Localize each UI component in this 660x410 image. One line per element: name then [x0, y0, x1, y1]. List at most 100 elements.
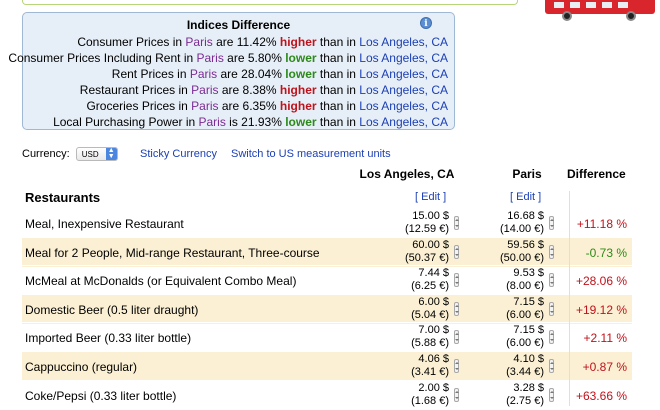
item-name: Meal for 2 People, Mid-range Restaurant,…	[25, 245, 320, 260]
header-difference: Difference	[567, 167, 626, 181]
price-city2-eur: (3.44 €)	[506, 366, 544, 378]
index-direction: lower	[285, 67, 317, 81]
difference-value: +2.11 %	[583, 331, 627, 346]
item-name: McMeal at McDonalds (or Equivalent Combo…	[25, 274, 297, 289]
city-link-paris[interactable]: Paris	[191, 83, 218, 97]
price-city1: 15.00 $ (12.59 €)	[393, 210, 449, 236]
switch-units-link[interactable]: Switch to US measurement units	[231, 146, 391, 162]
table-row: Domestic Beer (0.5 liter draught) 6.00 $(…	[22, 293, 632, 324]
price-stepper-icon[interactable]	[549, 301, 554, 316]
price-city1-usd: 7.00 $	[418, 324, 449, 337]
city-link-los-angeles[interactable]: Los Angeles, CA	[359, 67, 448, 81]
table-row: McMeal at McDonalds (or Equivalent Combo…	[22, 265, 632, 295]
price-city1-eur: (50.37 €)	[404, 251, 449, 264]
table-row: Imported Beer (0.33 liter bottle) 7.00 $ (…	[22, 322, 632, 352]
price-city1-eur: (5.04 €)	[411, 308, 449, 321]
price-city2: 9.53 $ (8.00 €)	[488, 267, 544, 293]
city-link-paris[interactable]: Paris	[199, 115, 226, 129]
price-city2: 7.15 $ (6.00 €)	[488, 296, 544, 322]
price-stepper-icon[interactable]	[549, 330, 554, 345]
item-name: Imported Beer (0.33 liter bottle)	[25, 331, 192, 346]
table-row: Cappuccino (regular) 4.06 $ (3.41 €) 4.10 $…	[22, 351, 632, 381]
price-city2-usd: 3.28 $	[513, 381, 544, 394]
table-row: Coke/Pepsi (0.33 liter bottle) 2.00 $ (1.6…	[22, 379, 632, 410]
difference-value: +63.66 %	[575, 388, 627, 403]
city-link-los-angeles[interactable]: Los Angeles, CA	[359, 115, 448, 129]
item-name: Domestic Beer (0.5 liter draught)	[25, 302, 199, 317]
price-stepper-icon[interactable]	[454, 216, 459, 230]
city-link-paris[interactable]: Paris	[197, 51, 224, 65]
currency-select[interactable]: USD ▲ ▼	[75, 147, 118, 162]
price-stepper-icon[interactable]	[454, 387, 459, 402]
difference-value: +28.06 %	[575, 274, 627, 289]
price-city1-eur: (1.68 €)	[411, 394, 449, 407]
index-text: than in	[316, 67, 360, 81]
bus-image	[540, 0, 660, 24]
price-city2-eur: (50.00 €)	[499, 251, 544, 264]
sticky-currency-link[interactable]: Sticky Currency	[140, 146, 217, 162]
index-direction: higher	[279, 99, 317, 113]
price-stepper-icon[interactable]	[454, 244, 459, 259]
difference-value: +0.87 %	[582, 360, 627, 374]
price-city1: 60.00 $ (50.37 €)	[393, 239, 449, 265]
currency-bar: Currency: USD ▲ ▼ Sticky Currency Switch …	[22, 146, 391, 162]
currency-label: Currency:	[22, 148, 70, 160]
index-value: are 8.38%	[218, 83, 280, 97]
price-city2-eur: (6.00 €)	[506, 337, 544, 350]
price-city1: 2.00 $ (1.68 €)	[393, 382, 449, 408]
index-text: Groceries Prices in	[86, 99, 192, 113]
index-text: Rent Prices in	[111, 67, 190, 81]
difference-value: +19.12 %	[575, 302, 627, 317]
price-city1-usd: 7.44 $	[418, 267, 449, 280]
price-stepper-icon[interactable]	[549, 216, 554, 230]
index-text: than in	[316, 83, 360, 97]
indices-title: Indices Difference	[186, 18, 291, 32]
index-value: are 6.35%	[218, 99, 280, 113]
indices-rows: Consumer Prices in Paris are 11.42% high…	[8, 34, 448, 130]
price-stepper-icon[interactable]	[549, 387, 554, 402]
index-row: Restaurant Prices in Paris are 8.38% hig…	[8, 82, 448, 98]
index-direction: higher	[279, 35, 317, 49]
edit-city2-link[interactable]: [ Edit ]	[510, 191, 541, 203]
price-stepper-icon[interactable]	[549, 244, 554, 259]
price-stepper-icon[interactable]	[454, 359, 459, 373]
city-link-paris[interactable]: Paris	[191, 99, 218, 113]
index-direction: lower	[285, 51, 317, 65]
price-stepper-icon[interactable]	[549, 359, 554, 373]
price-city1-eur: (6.25 €)	[411, 280, 449, 293]
index-text: Local Purchasing Power in	[53, 115, 199, 129]
section-title: Restaurants	[25, 190, 101, 205]
price-city2: 16.68 $ (14.00 €)	[488, 210, 544, 236]
index-text: than in	[316, 99, 360, 113]
index-row: Rent Prices in Paris are 28.04% lower th…	[8, 66, 448, 82]
index-value: is 21.93%	[225, 115, 286, 129]
price-stepper-icon[interactable]	[454, 273, 459, 288]
city-link-paris[interactable]: Paris	[190, 67, 217, 81]
index-row: Local Purchasing Power in Paris is 21.93…	[8, 114, 448, 130]
item-name: Meal, Inexpensive Restaurant	[25, 217, 184, 231]
price-stepper-icon[interactable]	[454, 330, 459, 345]
chevron-updown-icon: ▲ ▼	[105, 147, 117, 161]
price-city1-usd: 15.00 $	[412, 210, 449, 222]
price-city2-usd: 16.68 $	[507, 210, 544, 222]
index-text: Restaurant Prices in	[79, 83, 192, 97]
edit-city1-link[interactable]: [ Edit ]	[415, 191, 446, 203]
difference-value: +11.18 %	[576, 217, 627, 231]
index-text: than in	[316, 51, 360, 65]
city-link-los-angeles[interactable]: Los Angeles, CA	[359, 35, 448, 49]
price-city2: 3.28 $ (2.75 €)	[488, 382, 544, 408]
price-stepper-icon[interactable]	[454, 301, 459, 316]
index-row: Consumer Prices in Paris are 11.42% high…	[8, 34, 448, 50]
table-row: Meal, Inexpensive Restaurant 15.00 $ (12.5…	[22, 208, 632, 238]
city-link-los-angeles[interactable]: Los Angeles, CA	[359, 99, 448, 113]
price-city2-usd: 9.53 $	[513, 267, 544, 280]
city-link-los-angeles[interactable]: Los Angeles, CA	[359, 83, 448, 97]
price-stepper-icon[interactable]	[549, 273, 554, 288]
city-link-paris[interactable]: Paris	[185, 35, 212, 49]
city-link-los-angeles[interactable]: Los Angeles, CA	[359, 51, 448, 65]
index-text: than in	[316, 35, 360, 49]
info-icon[interactable]: i	[420, 17, 432, 29]
index-direction: lower	[285, 115, 317, 129]
header-city2: Paris	[512, 167, 542, 181]
price-city2: 4.10 $ (3.44 €)	[488, 353, 544, 379]
